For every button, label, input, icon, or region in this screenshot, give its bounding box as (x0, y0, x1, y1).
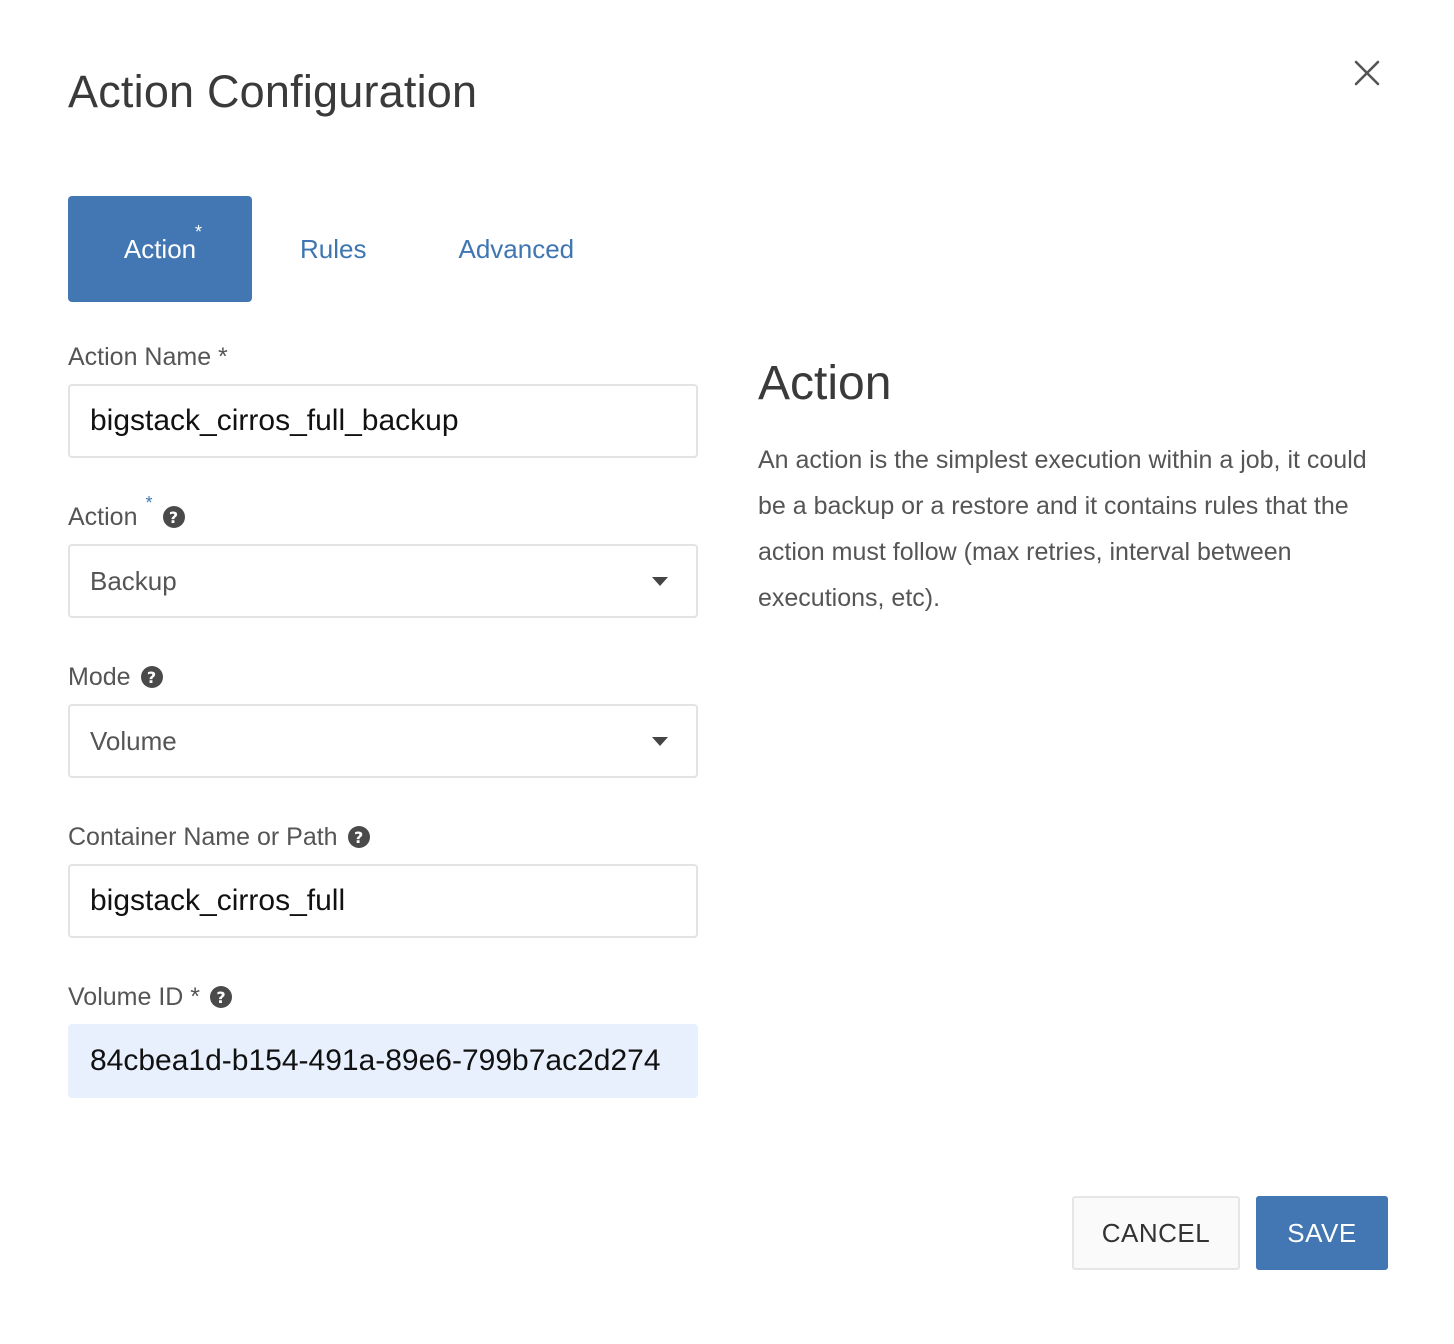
help-panel-text: An action is the simplest execution with… (758, 446, 1367, 612)
dialog-title: Action Configuration (68, 66, 478, 117)
action-type-selected: Backup (90, 565, 177, 596)
volume-id-value: 84cbea1d-b154-491a-89e6-799b7ac2d274 (90, 1044, 661, 1077)
tab-rules[interactable]: Rules (300, 196, 366, 302)
action-name-value: bigstack_cirros_full_backup (90, 404, 459, 437)
help-panel-title: Action (758, 357, 892, 410)
action-type-label: Action * ? (68, 490, 698, 544)
tab-advanced-label: Advanced (458, 233, 575, 264)
close-button[interactable] (1346, 52, 1388, 94)
container-input[interactable]: bigstack_cirros_full (68, 864, 698, 938)
action-help-icon[interactable]: ? (162, 506, 185, 528)
mode-select[interactable]: Volume (68, 704, 698, 778)
caret-down-icon (652, 576, 668, 586)
action-name-input[interactable]: bigstack_cirros_full_backup (68, 384, 698, 458)
action-form: Action Name * bigstack_cirros_full_backu… (68, 330, 698, 1098)
volume-id-help-icon[interactable]: ? (210, 986, 233, 1008)
action-name-label-text: Action Name * (68, 342, 228, 371)
mode-label-text: Mode (68, 662, 131, 691)
help-panel: Action An action is the simplest executi… (758, 356, 1378, 621)
container-help-icon[interactable]: ? (347, 826, 370, 848)
mode-help-icon[interactable]: ? (140, 666, 163, 688)
tab-action[interactable]: Action * (68, 196, 252, 302)
container-label-text: Container Name or Path (68, 822, 338, 851)
save-button[interactable]: SAVE (1256, 1196, 1388, 1270)
cancel-button[interactable]: CANCEL (1072, 1196, 1240, 1270)
action-type-required-mark: * (145, 492, 153, 513)
volume-id-input[interactable]: 84cbea1d-b154-491a-89e6-799b7ac2d274 (68, 1024, 698, 1098)
volume-id-label-text: Volume ID * (68, 982, 201, 1011)
tab-rules-label: Rules (300, 233, 367, 264)
close-icon (1354, 60, 1380, 86)
volume-id-label: Volume ID * ? (68, 970, 698, 1024)
tab-action-label: Action (123, 233, 197, 264)
action-name-label: Action Name * (68, 330, 698, 384)
container-value: bigstack_cirros_full (90, 884, 346, 917)
tab-action-required-mark: * (195, 222, 203, 242)
tab-advanced[interactable]: Advanced (458, 196, 574, 302)
mode-label: Mode ? (68, 650, 698, 704)
caret-down-icon (652, 736, 668, 746)
container-label: Container Name or Path ? (68, 810, 698, 864)
action-type-label-text: Action (68, 502, 138, 531)
action-configuration-dialog: Action Configuration Action * Rules Adva… (0, 0, 1454, 1344)
tab-bar: Action * Rules Advanced (68, 196, 574, 302)
mode-selected: Volume (90, 725, 177, 756)
action-type-select[interactable]: Backup (68, 544, 698, 618)
